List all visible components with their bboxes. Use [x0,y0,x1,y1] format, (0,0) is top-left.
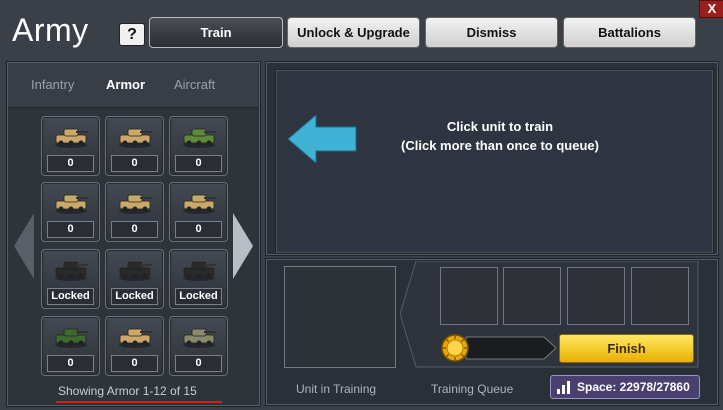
queue-slot-2[interactable] [503,267,561,325]
tank-icon [183,194,216,214]
unit-slot[interactable]: Locked [41,249,100,309]
unit-slot[interactable]: 0 [105,182,164,242]
unit-slot[interactable]: 0 [41,116,100,176]
unit-status-label: 0 [111,355,158,372]
armored-car-icon [119,128,152,148]
queue-slot-4[interactable] [631,267,689,325]
unit-status-label: 0 [47,155,94,172]
instruction-line-1: Click unit to train [446,119,554,134]
tab-unlock-upgrade[interactable]: Unlock & Upgrade [287,17,420,48]
unit-status-label: Locked [47,288,94,305]
camo-tank-icon [183,328,216,348]
unit-status-label: 0 [111,155,158,172]
space-text: Space: 22978/27860 [577,380,690,394]
unit-status-label: Locked [175,288,222,305]
locked-vehicle-icon [55,261,88,281]
queue-slot-3[interactable] [567,267,625,325]
category-tab-aircraft[interactable]: Aircraft [174,77,215,92]
instruction-line-2: (Click more than once to queue) [401,138,599,153]
unit-in-training-slot [284,266,396,368]
unit-status-label: 0 [47,221,94,238]
window-title: Army [12,12,89,48]
next-page-arrow-icon[interactable] [233,213,253,279]
unit-slot[interactable]: 0 [169,316,228,376]
prev-page-arrow-icon[interactable] [14,213,34,279]
category-tab-infantry[interactable]: Infantry [31,77,74,92]
unit-status-label: 0 [111,221,158,238]
training-queue-label: Training Queue [431,382,514,396]
showing-underline [56,401,222,403]
unit-slot[interactable]: 0 [105,116,164,176]
camo-vehicle-icon [55,328,88,348]
tab-battalions[interactable]: Battalions [563,17,696,48]
tab-dismiss[interactable]: Dismiss [425,17,558,48]
finish-button[interactable]: Finish [559,334,694,363]
unit-in-training-label: Unit in Training [296,382,377,396]
unit-slot[interactable]: 0 [41,182,100,242]
unit-status-label: 0 [175,155,222,172]
unit-slot[interactable]: 0 [105,316,164,376]
unit-slot[interactable]: Locked [169,249,228,309]
help-button[interactable]: ? [119,23,145,46]
locked-vehicle-icon [183,261,216,281]
tank-icon [119,194,152,214]
unit-status-label: 0 [175,221,222,238]
green-apc-icon [183,128,216,148]
close-button[interactable]: X [699,0,723,18]
locked-vehicle-icon [119,261,152,281]
unit-status-label: 0 [175,355,222,372]
unit-slot[interactable]: 0 [169,182,228,242]
unit-status-label: 0 [47,355,94,372]
gold-coin-icon[interactable] [440,333,470,363]
tank-icon [55,194,88,214]
space-badge: Space: 22978/27860 [550,375,700,399]
left-pointer-arrow-icon [288,115,357,163]
humvee-icon [55,128,88,148]
queue-slot-1[interactable] [440,267,498,325]
tab-train[interactable]: Train [149,17,283,48]
unit-slot[interactable]: 0 [41,316,100,376]
unit-slot[interactable]: Locked [105,249,164,309]
unit-slot[interactable]: 0 [169,116,228,176]
showing-count-text: Showing Armor 1-12 of 15 [58,384,197,398]
rocket-truck-icon [119,328,152,348]
category-tab-armor[interactable]: Armor [106,77,145,92]
unit-status-label: Locked [111,288,158,305]
signal-bars-icon [557,381,570,394]
